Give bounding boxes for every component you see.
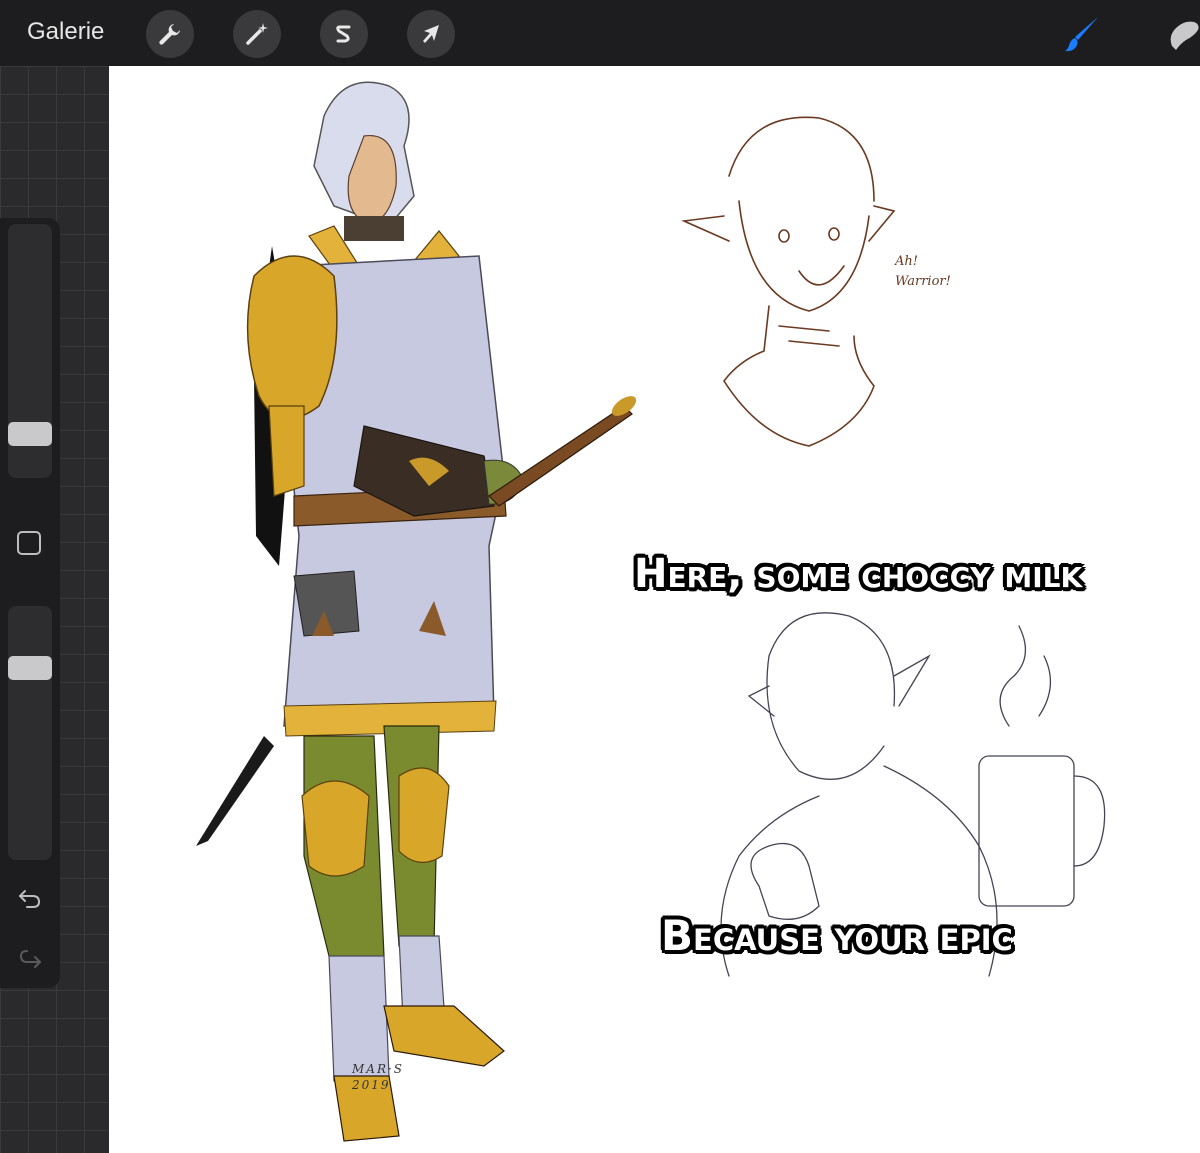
opacity-slider[interactable]	[8, 606, 52, 860]
left-sidebar	[0, 218, 60, 988]
brush-button[interactable]	[1058, 10, 1106, 58]
wrench-icon	[159, 24, 180, 45]
actions-button[interactable]	[146, 10, 194, 58]
sketch-note: Ah! Warrior!	[895, 252, 951, 292]
transform-button[interactable]	[407, 10, 455, 58]
adjustments-button[interactable]	[233, 10, 281, 58]
modify-button[interactable]	[17, 531, 41, 555]
arrow-cursor-icon	[423, 25, 439, 43]
sketch-note-line-1: Ah!	[895, 254, 918, 269]
meme-bottom-text: Because your epic	[661, 911, 1013, 960]
smudge-icon	[1170, 21, 1199, 50]
redo-icon	[19, 950, 41, 968]
artist-signature: MAR·S 2019	[352, 1061, 404, 1093]
drawing-canvas[interactable]: Ah! Warrior! Here, some choccy milk Beca…	[109, 66, 1200, 1153]
undo-button[interactable]	[14, 883, 46, 915]
undo-icon	[19, 890, 41, 908]
sketch-head	[681, 116, 896, 447]
signature-line-2: 2019	[352, 1078, 391, 1092]
opacity-thumb[interactable]	[8, 656, 52, 680]
brush-size-slider[interactable]	[8, 224, 52, 478]
meme-top-text: Here, some choccy milk	[634, 551, 1083, 597]
brush-icon	[1065, 17, 1098, 52]
magic-wand-icon	[246, 23, 268, 45]
gallery-button[interactable]: Galerie	[27, 18, 104, 46]
selection-s-icon	[336, 25, 351, 43]
redo-button[interactable]	[14, 943, 46, 975]
signature-line-1: MAR·S	[352, 1062, 405, 1076]
sketch-note-line-2: Warrior!	[895, 274, 951, 289]
warrior-illustration	[196, 81, 637, 1142]
brush-size-thumb[interactable]	[8, 422, 52, 446]
selection-button[interactable]	[320, 10, 368, 58]
top-toolbar: Galerie	[0, 0, 1200, 66]
smudge-button[interactable]	[1160, 10, 1200, 58]
